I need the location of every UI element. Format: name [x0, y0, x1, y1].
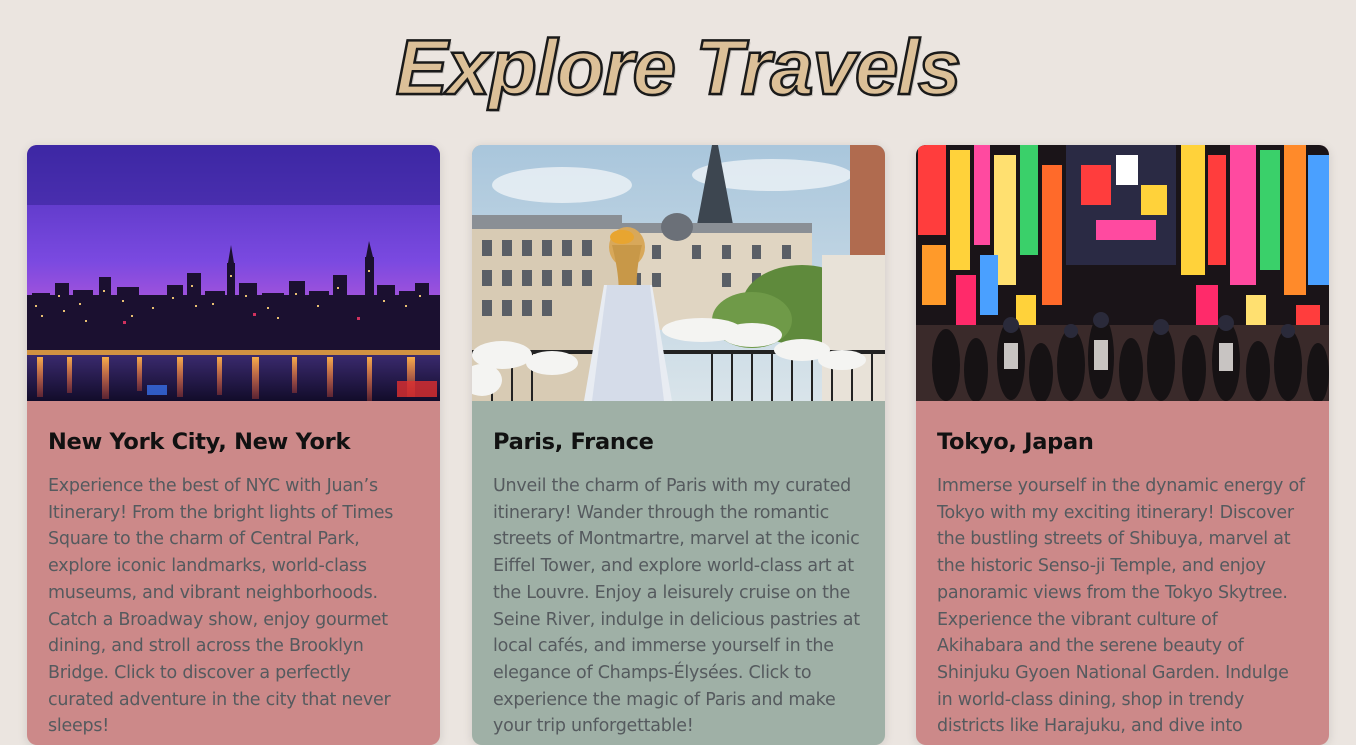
card-title-tokyo: Tokyo, Japan	[937, 429, 1094, 455]
card-title-nyc: New York City, New York	[48, 429, 351, 455]
card-description-tokyo: Immerse yourself in the dynamic energy o…	[937, 476, 1305, 737]
card-description-paris: Unveil the charm of Paris with my curate…	[493, 476, 860, 737]
tokyo-street-image	[916, 145, 1329, 401]
card-description-nyc: Experience the best of NYC with Juan’s I…	[48, 476, 394, 737]
destination-card-nyc[interactable]: New York City, New York Experience the b…	[27, 145, 440, 745]
destination-card-tokyo[interactable]: Tokyo, Japan Immerse yourself in the dyn…	[916, 145, 1329, 745]
destination-card-paris[interactable]: Paris, France Unveil the charm of Paris …	[472, 145, 885, 745]
nyc-skyline-image	[27, 145, 440, 401]
card-title-paris: Paris, France	[493, 429, 654, 455]
paris-eiffel-image	[472, 145, 885, 401]
page-title: Explore Travels	[394, 22, 962, 113]
